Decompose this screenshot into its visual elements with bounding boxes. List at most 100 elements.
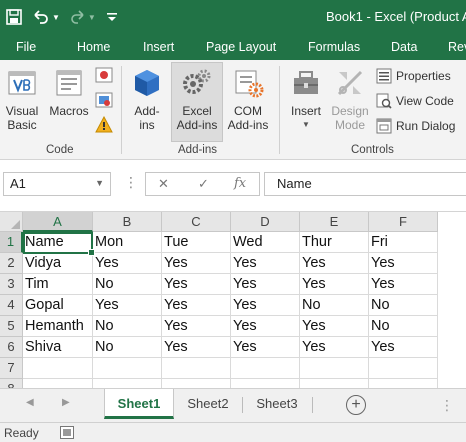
cell-c2[interactable]: Yes [162, 253, 231, 274]
cell-f4[interactable]: No [369, 295, 438, 316]
sheet-tab-sheet1[interactable]: Sheet1 [104, 389, 174, 419]
design-mode-button[interactable]: Design Mode [328, 66, 372, 132]
next-sheet-icon[interactable]: ▶ [62, 397, 70, 408]
cell-b2[interactable]: Yes [93, 253, 162, 274]
cell-f3[interactable]: Yes [369, 274, 438, 295]
com-addins-button[interactable]: COM Add-ins [223, 66, 273, 132]
insert-function-icon[interactable]: fx [234, 176, 246, 191]
row-header-5[interactable]: 5 [0, 316, 23, 337]
column-header-f[interactable]: F [369, 212, 438, 232]
macro-record-icon[interactable] [60, 426, 74, 442]
qat-dropdown-icon[interactable] [106, 6, 118, 28]
cell-c1[interactable]: Tue [162, 232, 231, 253]
cell-b7[interactable] [93, 358, 162, 379]
row-header-6[interactable]: 6 [0, 337, 23, 358]
row-header-2[interactable]: 2 [0, 253, 23, 274]
select-all-button[interactable] [0, 212, 23, 232]
column-header-c[interactable]: C [162, 212, 231, 232]
insert-control-button[interactable]: Insert ▼ [284, 66, 328, 132]
cell-d8[interactable] [231, 379, 300, 388]
worksheet-grid[interactable]: A B C D E F 1 Name Mon Tue Wed Thur Fri 2 Vidya Yes Yes Y… [0, 212, 466, 388]
excel-addins-button[interactable]: Excel Add-ins [172, 66, 222, 132]
view-code-button[interactable]: View Code [376, 93, 454, 109]
cell-b6[interactable]: No [93, 337, 162, 358]
cell-a3[interactable]: Tim [23, 274, 93, 295]
properties-button[interactable]: Properties [376, 68, 451, 84]
cell-e2[interactable]: Yes [300, 253, 369, 274]
cell-a4[interactable]: Gopal [23, 295, 93, 316]
cell-a7[interactable] [23, 358, 93, 379]
cell-a8[interactable] [23, 379, 93, 388]
tab-data[interactable]: Data [391, 40, 417, 54]
macros-button[interactable]: Macros [45, 66, 93, 118]
row-header-7[interactable]: 7 [0, 358, 23, 379]
formula-input[interactable]: Name [264, 172, 466, 196]
cell-a2[interactable]: Vidya [23, 253, 93, 274]
visual-basic-button[interactable]: Visual Basic [2, 66, 42, 132]
cell-f5[interactable]: No [369, 316, 438, 337]
save-icon[interactable] [6, 6, 22, 28]
cancel-icon[interactable]: ✕ [158, 176, 169, 192]
run-dialog-button[interactable]: Run Dialog [376, 118, 455, 134]
column-header-e[interactable]: E [300, 212, 369, 232]
undo-dropdown-icon[interactable]: ▼ [52, 6, 60, 28]
cell-c5[interactable]: Yes [162, 316, 231, 337]
tab-review[interactable]: Rev [448, 40, 466, 54]
cell-c4[interactable]: Yes [162, 295, 231, 316]
cell-f2[interactable]: Yes [369, 253, 438, 274]
cell-d1[interactable]: Wed [231, 232, 300, 253]
tab-formulas[interactable]: Formulas [308, 40, 360, 54]
row-header-4[interactable]: 4 [0, 295, 23, 316]
enter-icon[interactable]: ✓ [198, 176, 209, 192]
column-header-a[interactable]: A [23, 212, 93, 232]
cell-d2[interactable]: Yes [231, 253, 300, 274]
row-header-3[interactable]: 3 [0, 274, 23, 295]
cell-a5[interactable]: Hemanth [23, 316, 93, 337]
row-header-1[interactable]: 1 [0, 232, 23, 253]
cell-e1[interactable]: Thur [300, 232, 369, 253]
name-box[interactable]: A1 ▼ [3, 172, 111, 196]
cell-c8[interactable] [162, 379, 231, 388]
add-sheet-button[interactable]: + [346, 395, 366, 415]
tab-file[interactable]: File [16, 40, 36, 54]
cell-d5[interactable]: Yes [231, 316, 300, 337]
column-header-d[interactable]: D [231, 212, 300, 232]
name-box-dropdown-icon[interactable]: ▼ [95, 178, 104, 188]
cell-b5[interactable]: No [93, 316, 162, 337]
cell-f1[interactable]: Fri [369, 232, 438, 253]
cell-c6[interactable]: Yes [162, 337, 231, 358]
cell-d7[interactable] [231, 358, 300, 379]
cell-d6[interactable]: Yes [231, 337, 300, 358]
cell-b8[interactable] [93, 379, 162, 388]
redo-icon[interactable] [70, 6, 86, 28]
cell-e5[interactable]: Yes [300, 316, 369, 337]
cell-a1[interactable]: Name [23, 232, 93, 253]
cell-e7[interactable] [300, 358, 369, 379]
cell-f7[interactable] [369, 358, 438, 379]
tab-page-layout[interactable]: Page Layout [206, 40, 276, 54]
sheet-tab-sheet3[interactable]: Sheet3 [244, 389, 310, 419]
row-header-8[interactable]: 8 [0, 379, 23, 388]
prev-sheet-icon[interactable]: ◀ [26, 397, 34, 408]
formula-bar-grip-icon[interactable]: ⋮ [124, 174, 138, 191]
cell-e8[interactable] [300, 379, 369, 388]
relative-references-icon[interactable] [95, 91, 113, 112]
cell-e6[interactable]: Yes [300, 337, 369, 358]
cell-b1[interactable]: Mon [93, 232, 162, 253]
column-header-b[interactable]: B [93, 212, 162, 232]
redo-dropdown-icon[interactable]: ▼ [88, 6, 96, 28]
record-macro-icon[interactable] [95, 66, 113, 87]
tab-scroll-grip-icon[interactable]: ⋮ [440, 397, 454, 414]
cell-b4[interactable]: Yes [93, 295, 162, 316]
cell-f6[interactable]: Yes [369, 337, 438, 358]
sheet-tab-sheet2[interactable]: Sheet2 [176, 389, 240, 419]
cell-e4[interactable]: No [300, 295, 369, 316]
undo-icon[interactable] [32, 6, 50, 28]
cell-e3[interactable]: Yes [300, 274, 369, 295]
macro-security-icon[interactable] [95, 115, 113, 137]
cell-d4[interactable]: Yes [231, 295, 300, 316]
cell-d3[interactable]: Yes [231, 274, 300, 295]
cell-f8[interactable] [369, 379, 438, 388]
cell-b3[interactable]: No [93, 274, 162, 295]
tab-home[interactable]: Home [77, 40, 110, 54]
